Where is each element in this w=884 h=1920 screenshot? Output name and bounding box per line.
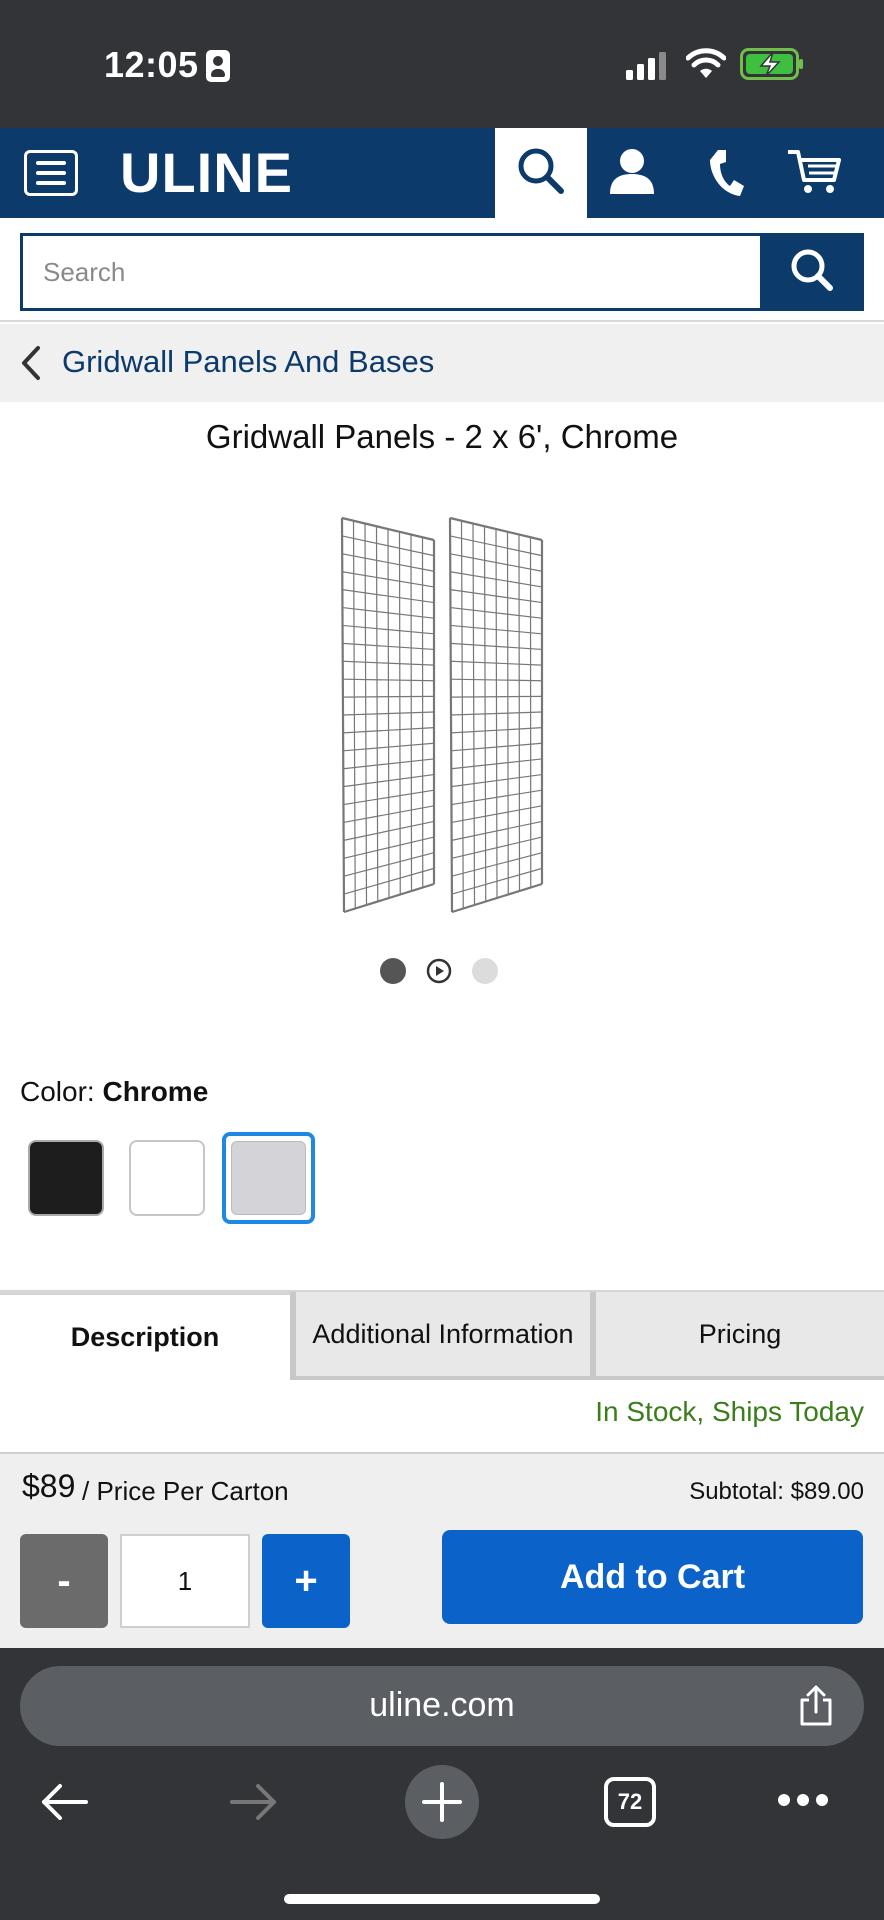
cart-icon[interactable] <box>784 142 844 202</box>
chevron-left-icon <box>22 346 40 380</box>
more-options-icon[interactable] <box>776 1792 830 1808</box>
forward-arrow-icon[interactable] <box>228 1782 278 1822</box>
quantity-decrease-button[interactable]: - <box>20 1534 108 1628</box>
subtotal: Subtotal: $89.00 <box>689 1478 864 1505</box>
price: $89 <box>22 1468 76 1504</box>
account-icon[interactable] <box>602 142 662 202</box>
add-to-cart-button[interactable]: Add to Cart <box>442 1530 863 1624</box>
color-swatch-chrome <box>231 1141 306 1215</box>
color-swatch-black[interactable] <box>28 1140 104 1216</box>
uline-logo[interactable]: ULINE <box>120 140 293 205</box>
breadcrumb-label[interactable]: Gridwall Panels And Bases <box>62 344 434 380</box>
phone-icon[interactable] <box>696 142 756 202</box>
color-label: Color: Chrome <box>20 1076 208 1108</box>
search-submit-button[interactable] <box>760 233 864 311</box>
battery-charging-icon <box>740 48 803 80</box>
price-unit: / Price Per Carton <box>82 1476 289 1506</box>
search-icon <box>791 249 833 291</box>
image-carousel-dots <box>380 958 504 986</box>
tabs-counter-button[interactable]: 72 <box>604 1777 656 1827</box>
breadcrumb[interactable]: Gridwall Panels And Bases <box>0 324 884 402</box>
color-value: Chrome <box>102 1076 209 1107</box>
address-bar[interactable]: uline.com <box>20 1666 864 1746</box>
share-icon[interactable] <box>796 1684 836 1728</box>
add-to-cart-panel: $89 / Price Per Carton Subtotal: $89.00 … <box>0 1452 884 1648</box>
color-swatch-white[interactable] <box>129 1140 205 1216</box>
contact-card-icon <box>206 50 230 82</box>
product-title: Gridwall Panels - 2 x 6', Chrome <box>205 418 679 455</box>
header-search-button[interactable] <box>495 128 587 218</box>
product-image[interactable] <box>330 510 560 920</box>
tab-pricing[interactable]: Pricing <box>590 1292 884 1380</box>
hamburger-menu-button[interactable] <box>24 150 78 196</box>
video-play-icon[interactable] <box>426 958 452 984</box>
search-bar <box>0 218 884 322</box>
carousel-dot[interactable] <box>472 958 498 984</box>
stock-status: In Stock, Ships Today <box>595 1396 864 1427</box>
color-label-text: Color: <box>20 1076 95 1107</box>
carousel-dot-active[interactable] <box>380 958 406 984</box>
color-swatch-chrome-selected[interactable] <box>222 1132 315 1224</box>
site-header: ULINE <box>0 128 884 218</box>
wifi-icon <box>686 48 726 78</box>
search-icon <box>518 148 564 194</box>
browser-toolbar: uline.com 72 <box>0 1648 884 1920</box>
quantity-input[interactable]: 1 <box>120 1534 250 1628</box>
quantity-increase-button[interactable]: + <box>262 1534 350 1628</box>
new-tab-plus-icon[interactable] <box>405 1765 479 1839</box>
status-time: 12:05 <box>104 44 199 85</box>
back-arrow-icon[interactable] <box>40 1782 90 1822</box>
home-indicator <box>284 1894 600 1904</box>
product-tabs: Description Additional Information Prici… <box>0 1290 884 1380</box>
search-input[interactable] <box>20 233 760 311</box>
tab-additional-information[interactable]: Additional Information <box>290 1292 590 1380</box>
tab-description[interactable]: Description <box>0 1292 290 1380</box>
status-bar: 12:05 <box>0 0 884 128</box>
cellular-signal-icon <box>626 52 666 80</box>
url-text[interactable]: uline.com <box>20 1686 864 1725</box>
